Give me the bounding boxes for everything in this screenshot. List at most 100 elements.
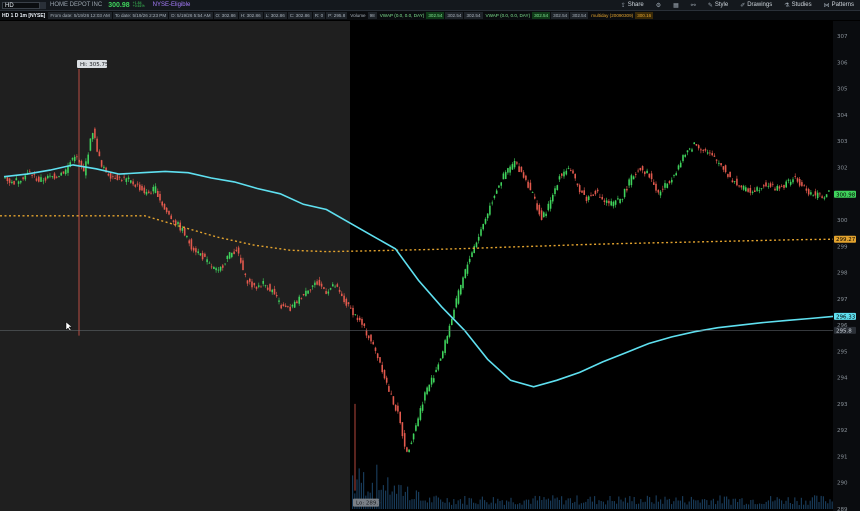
layout-button[interactable]: ▦ — [673, 2, 679, 9]
volume-bar — [497, 498, 499, 509]
candle-body — [686, 150, 689, 153]
volume-bar — [536, 500, 538, 509]
candle-body — [574, 174, 576, 179]
candle-body — [814, 191, 817, 196]
candle-body — [280, 305, 282, 309]
candle-body — [262, 281, 264, 284]
candle-body — [592, 194, 594, 196]
volume-bar — [587, 499, 589, 509]
candle-body — [150, 192, 152, 194]
price-axis-tick: 305 — [837, 87, 848, 93]
candle-body — [121, 180, 123, 181]
candle-body — [475, 242, 478, 248]
candle-body — [305, 290, 307, 296]
candle-body — [29, 171, 31, 173]
candle-body — [172, 220, 175, 222]
volume-bar — [743, 504, 745, 509]
candle-body — [565, 170, 568, 175]
candle-body — [13, 181, 15, 185]
candle-body — [24, 175, 27, 180]
candle-body — [590, 195, 592, 196]
volume-bar — [572, 503, 574, 509]
volume-bar — [726, 496, 728, 509]
candle-body — [258, 285, 260, 287]
volume-bar — [525, 499, 527, 509]
volume-bar — [420, 500, 422, 509]
volume-label[interactable]: Volume — [350, 13, 365, 18]
share-button[interactable]: ⇪ Share — [621, 2, 644, 9]
volume-bar — [649, 497, 651, 509]
top-toolbar: HD HOME DEPOT INC 300.98 +1.84 +0.61% NY… — [0, 0, 860, 11]
volume-bar — [770, 496, 772, 509]
candle-body — [803, 185, 805, 187]
share-icon: ⇪ — [620, 2, 626, 9]
candle-body — [556, 185, 559, 190]
symbol-timeframe[interactable]: HD 1 D 1m [NYSE] — [2, 13, 45, 19]
candle-body — [410, 442, 413, 444]
candle-body — [468, 258, 471, 263]
volume-bar — [697, 500, 699, 509]
link-button[interactable]: ⚯ — [691, 2, 696, 9]
candle-body — [437, 364, 440, 370]
candle-body — [697, 145, 700, 149]
volume-bar — [651, 502, 653, 509]
volume-bar — [710, 500, 712, 509]
volume-bar — [822, 496, 824, 509]
premarket-background — [0, 21, 350, 511]
candle-body — [679, 162, 682, 168]
candle-body — [64, 169, 67, 175]
volume-bar — [671, 504, 673, 509]
candle-body — [561, 173, 563, 176]
candle-body — [738, 185, 740, 187]
patterns-button[interactable]: ⋈ Patterns — [824, 2, 854, 9]
candle-body — [581, 190, 583, 193]
candle-body — [433, 378, 435, 383]
candle-body — [639, 167, 642, 171]
price-axis[interactable]: 3073063053043033023013002992982972962952… — [833, 21, 860, 511]
volume-bar — [811, 497, 813, 509]
price-chart[interactable]: 3073063053043033023013002992982972962952… — [0, 21, 860, 511]
symbol-dropdown-button[interactable] — [40, 1, 46, 9]
candle-body — [792, 179, 794, 183]
volume-bar — [734, 498, 736, 509]
session-background — [350, 21, 833, 511]
low-value: L: 302.86 — [263, 12, 287, 19]
candle-body — [798, 179, 801, 186]
candle-body — [359, 317, 361, 321]
candle-body — [55, 176, 58, 178]
vwap-1-label[interactable]: VWAP (0.0, 0.0, DAY) — [380, 13, 425, 18]
candle-body — [594, 190, 597, 195]
to-date: To date: 5/19/26 2:23 PM — [112, 12, 169, 19]
candle-body — [302, 294, 305, 296]
volume-bar — [613, 501, 615, 509]
volume-bar — [759, 503, 761, 509]
candle-body — [307, 290, 309, 294]
candle-body — [381, 364, 383, 373]
candle-body — [367, 335, 370, 339]
volume-bar — [677, 500, 679, 509]
settings-button[interactable]: ⚙ — [656, 2, 661, 9]
candle-body — [740, 185, 743, 188]
candle-body — [673, 175, 675, 176]
candle-body — [709, 152, 711, 154]
volume-bar — [618, 496, 620, 509]
multiday-label[interactable]: multiday (20090309) — [591, 13, 633, 18]
studies-button[interactable]: ⚗ Studies — [784, 2, 811, 9]
drawings-button[interactable]: ✐ Drawings — [740, 2, 772, 9]
candle-body — [621, 199, 624, 201]
volume-bar — [638, 503, 640, 509]
high-value: H: 302.86 — [238, 12, 263, 19]
candle-body — [197, 251, 199, 253]
candle-body — [417, 418, 419, 426]
style-button[interactable]: ✎ Style — [708, 2, 728, 9]
candle-body — [145, 191, 148, 195]
vwap-2-label[interactable]: VWAP (0.0, 0.0, DAY) — [486, 13, 531, 18]
volume-bar — [629, 496, 631, 509]
volume-bar — [554, 498, 556, 509]
volume-bar — [803, 504, 805, 509]
volume-bar — [580, 503, 582, 509]
candle-body — [316, 281, 318, 285]
symbol-input[interactable]: HD — [2, 1, 40, 9]
volume-bar — [523, 500, 525, 509]
candle-body — [343, 295, 345, 302]
